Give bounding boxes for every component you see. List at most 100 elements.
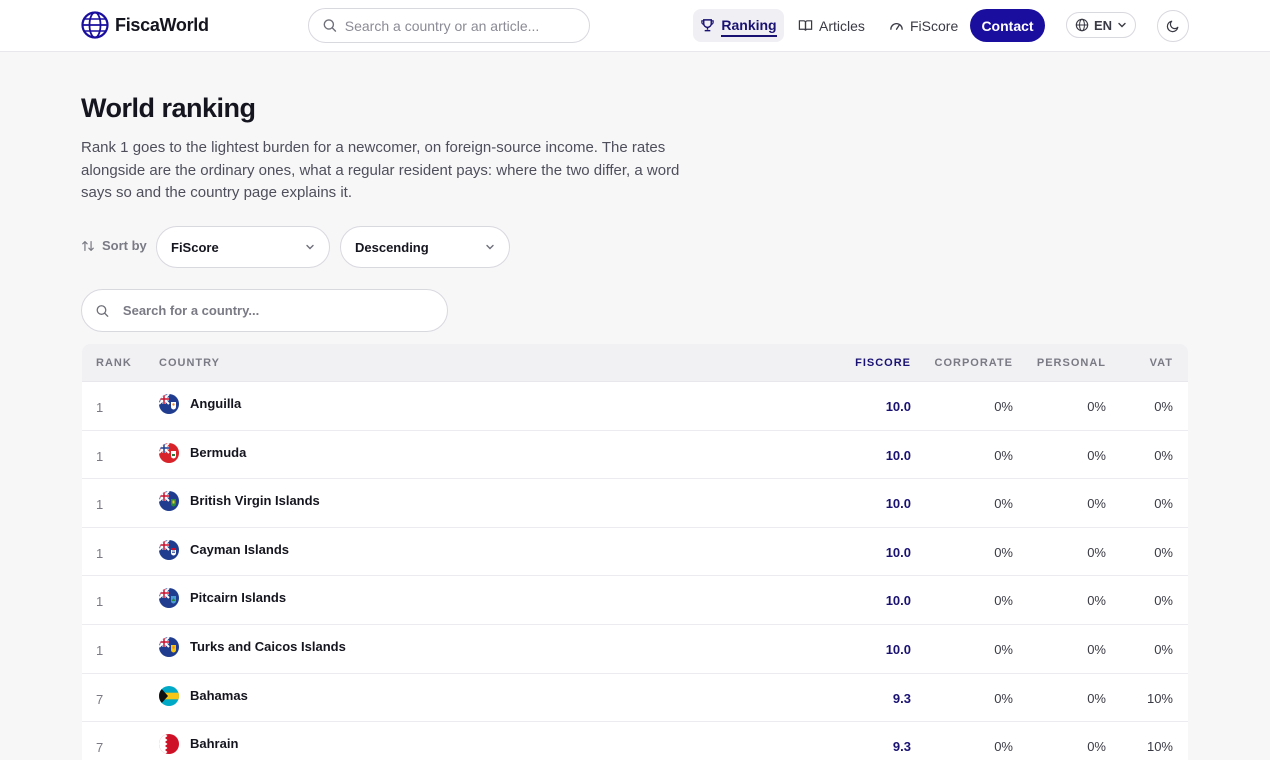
vat-rate-cell: 0% [1154,544,1173,560]
turks-caicos-flag-icon [159,636,179,657]
nav-ranking[interactable]: Ranking [693,9,784,42]
country-name[interactable]: Bermuda [190,445,246,460]
personal-rate-cell: 0% [1087,496,1106,512]
column-header-country[interactable]: COUNTRY [159,357,220,369]
table-row[interactable]: 1 Anguilla 10.0 0% 0% 0% [82,382,1188,431]
corporate-rate-cell: 0% [994,447,1013,463]
vat-rate-cell: 0% [1154,641,1173,657]
nav-ranking-label: Ranking [721,17,777,37]
country-name[interactable]: Bahamas [190,688,248,703]
nav-articles[interactable]: Articles [798,9,865,42]
rank-cell: 1 [96,594,104,610]
vat-rate-cell: 10% [1146,690,1173,706]
country-name[interactable]: British Virgin Islands [190,493,320,508]
fiscore-cell: 10.0 [885,496,911,512]
cayman-flag-icon [159,539,179,560]
global-search-input[interactable] [344,17,589,34]
fiscore-cell: 10.0 [885,447,911,463]
corporate-rate-cell: 0% [994,593,1013,609]
anguilla-flag-icon [159,394,179,414]
table-row[interactable]: 1 British Virgin Islands 10.0 0% 0% 0% [82,479,1188,528]
personal-rate-cell: 0% [1087,399,1106,414]
column-header-vat[interactable]: VAT [1150,357,1173,369]
corporate-rate-cell: 0% [994,496,1013,512]
search-icon [323,19,337,32]
personal-rate-cell: 0% [1087,690,1106,706]
column-header-fiscore[interactable]: FISCORE [855,357,911,369]
corporate-rate-cell: 0% [994,739,1013,755]
table-row[interactable]: 1 Turks and Caicos Islands 10.0 0% 0% 0% [82,625,1188,674]
vat-rate-cell: 0% [1154,593,1173,609]
logo[interactable]: FiscaWorld [81,11,209,39]
page-title: World ranking [81,93,256,123]
vat-rate-cell: 0% [1154,447,1173,463]
corporate-rate-cell: 0% [994,544,1013,560]
rank-cell: 1 [96,497,104,513]
vat-rate-cell: 0% [1154,496,1173,512]
sort-arrows-icon [82,240,94,251]
globe-logo-icon [81,11,109,39]
rank-cell: 1 [96,642,104,658]
country-name[interactable]: Pitcairn Islands [190,590,286,605]
theme-toggle-button[interactable] [1157,10,1189,42]
page-description: Rank 1 goes to the lightest burden for a… [81,139,680,201]
personal-rate-cell: 0% [1087,739,1106,755]
bvi-flag-icon [159,491,179,512]
sort-label: Sort by [81,238,147,253]
pitcairn-flag-icon [159,588,179,609]
country-search[interactable] [81,289,448,332]
corporate-rate-cell: 0% [994,399,1013,414]
search-icon [96,304,109,317]
sort-field-select[interactable]: FiScore [156,226,330,268]
globe-icon [1075,18,1089,32]
nav-fiscore-label: FiScore [910,17,959,34]
fiscore-cell: 10.0 [885,544,911,560]
chevron-down-icon [1118,22,1126,28]
fiscore-cell: 10.0 [885,399,911,414]
table-row[interactable]: 7 Bahamas 9.3 0% 0% 10% [82,674,1188,723]
sort-field-value: FiScore [171,239,219,255]
contact-button[interactable]: Contact [970,9,1045,42]
gauge-icon [890,23,903,30]
sort-order-value: Descending [355,239,429,255]
vat-rate-cell: 0% [1154,399,1173,414]
rank-cell: 1 [96,448,104,464]
sort-label-text: Sort by [102,238,147,253]
sort-order-select[interactable]: Descending [340,226,510,268]
country-name[interactable]: Bahrain [190,736,238,751]
bahamas-flag-icon [159,685,179,706]
fiscore-cell: 9.3 [892,739,911,755]
fiscore-cell: 9.3 [892,690,911,706]
chevron-down-icon [486,244,494,250]
vat-rate-cell: 10% [1146,739,1173,755]
personal-rate-cell: 0% [1087,641,1106,657]
personal-rate-cell: 0% [1087,593,1106,609]
column-header-rank[interactable]: RANK [96,357,132,369]
table-row[interactable]: 1 Cayman Islands 10.0 0% 0% 0% [82,528,1188,577]
table-row[interactable]: 1 Pitcairn Islands 10.0 0% 0% 0% [82,576,1188,625]
fiscore-cell: 10.0 [885,593,911,609]
country-name[interactable]: Cayman Islands [190,542,289,557]
fiscore-cell: 10.0 [885,641,911,657]
nav-fiscore[interactable]: FiScore [889,9,958,42]
corporate-rate-cell: 0% [994,641,1013,657]
table-row[interactable]: 1 Bermuda 10.0 0% 0% 0% [82,431,1188,480]
top-navigation-bar: FiscaWorld Ranking Articles FiScore Con [0,0,1270,52]
language-code: EN [1093,17,1113,33]
rank-cell: 1 [96,400,104,415]
logo-text: FiscaWorld [115,14,209,35]
country-name[interactable]: Anguilla [190,396,241,411]
column-header-personal[interactable]: PERSONAL [1037,357,1106,369]
nav-articles-label: Articles [819,17,865,34]
ranking-table: RANK COUNTRY FISCORE CORPORATE PERSONAL … [82,344,1188,760]
country-name[interactable]: Turks and Caicos Islands [190,639,346,654]
table-header: RANK COUNTRY FISCORE CORPORATE PERSONAL … [82,344,1188,382]
language-selector[interactable]: EN [1066,12,1136,38]
rank-cell: 7 [96,691,104,707]
bahrain-flag-icon [159,734,179,755]
table-row[interactable]: 7 Bahrain 9.3 0% 0% 10% [82,722,1188,760]
bermuda-flag-icon [159,442,179,463]
country-search-input[interactable] [122,303,447,318]
global-search[interactable] [308,8,590,43]
column-header-corporate[interactable]: CORPORATE [935,357,1013,369]
